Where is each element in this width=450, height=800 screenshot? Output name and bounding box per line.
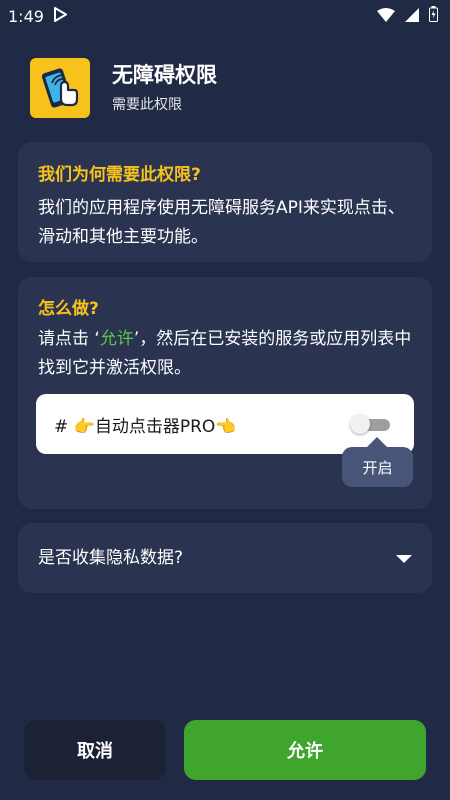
status-bar: 1:49 xyxy=(0,0,450,32)
page-title: 无障碍权限 xyxy=(112,63,217,87)
enable-tooltip: 开启 xyxy=(342,447,413,487)
allow-button[interactable]: 允许 xyxy=(184,720,426,780)
privacy-expander[interactable]: 是否收集隐私数据? xyxy=(18,523,432,593)
how-to-card: 怎么做? 请点击 ‘允许’，然后在已安装的服务或应用列表中找到它并激活权限。 #… xyxy=(18,277,432,509)
service-toggle[interactable] xyxy=(350,413,394,435)
chevron-down-icon xyxy=(396,549,412,568)
how-body-prefix: 请点击 ‘ xyxy=(38,329,100,349)
wifi-icon xyxy=(377,7,395,26)
privacy-label: 是否收集隐私数据? xyxy=(38,547,184,568)
why-permission-card: 我们为何需要此权限? 我们的应用程序使用无障碍服务API来实现点击、滑动和其他主… xyxy=(18,142,432,262)
page-subtitle: 需要此权限 xyxy=(112,97,182,113)
page-header: 无障碍权限 需要此权限 xyxy=(30,58,217,118)
why-card-body: 我们的应用程序使用无障碍服务API来实现点击、滑动和其他主要功能。 xyxy=(38,198,405,247)
service-example-row: # 👉自动点击器PRO👈 xyxy=(36,394,414,454)
app-logo-icon xyxy=(30,58,90,118)
service-name: # 👉自动点击器PRO👈 xyxy=(54,416,237,437)
status-time: 1:49 xyxy=(8,6,44,26)
battery-charging-icon xyxy=(429,6,438,26)
signal-icon xyxy=(405,7,419,26)
play-store-icon xyxy=(53,6,67,26)
cancel-button[interactable]: 取消 xyxy=(24,720,166,780)
how-card-title: 怎么做? xyxy=(38,299,99,319)
how-card-body: 请点击 ‘允许’，然后在已安装的服务或应用列表中找到它并激活权限。 xyxy=(38,325,418,383)
why-card-title: 我们为何需要此权限? xyxy=(38,165,201,185)
toggle-thumb xyxy=(350,414,370,434)
tooltip-arrow xyxy=(367,437,387,447)
how-body-highlight: 允许 xyxy=(99,329,134,349)
